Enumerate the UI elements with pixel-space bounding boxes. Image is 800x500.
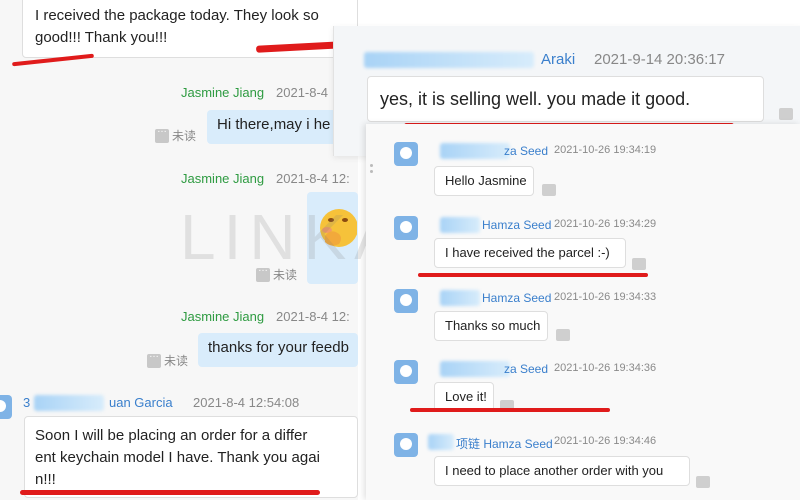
timestamp: 2021-9-14 20:36:17	[594, 51, 725, 68]
timestamp: 2021-10-26 19:34:36	[554, 362, 657, 374]
sender-name: Jasmine Jiang	[181, 309, 265, 324]
more-icon[interactable]	[556, 329, 570, 341]
more-icon[interactable]	[542, 184, 556, 196]
sender-name: 项链 Hamza Seed	[456, 437, 553, 451]
unread-status: 未读	[155, 124, 197, 144]
avatar	[0, 395, 12, 419]
blurred-name	[34, 395, 104, 411]
more-icon[interactable]	[696, 476, 710, 488]
message-text: Thanks so much	[445, 318, 541, 333]
sender-name: Araki	[541, 51, 576, 68]
more-icon[interactable]	[779, 108, 793, 120]
sender-name: za Seed	[504, 362, 549, 376]
message-bubble: Soon I will be placing an order for a di…	[24, 416, 358, 498]
message-bubble: I have received the parcel :-)	[434, 238, 626, 268]
avatar	[394, 360, 418, 384]
message-text: I need to place another order with you	[445, 463, 664, 478]
message-bubble: I need to place another order with you	[434, 456, 690, 486]
unread-label: 未读	[164, 354, 189, 368]
message-text: Soon I will be placing an order for a di…	[35, 427, 308, 444]
blurred-name	[364, 52, 534, 68]
message-text: Love it!	[445, 389, 487, 404]
message-text: Hi there,may i he	[217, 116, 331, 133]
timestamp: 2021-10-26 19:34:33	[554, 291, 657, 303]
timestamp: 2021-10-26 19:34:19	[554, 144, 657, 156]
blurred-name	[428, 434, 454, 450]
unread-status: 未读	[147, 349, 189, 369]
timestamp: 2021-8-4 12:	[276, 171, 350, 186]
blurred-name	[440, 361, 510, 377]
message-bubble: thanks for your feedb	[198, 333, 358, 367]
sender-name: Jasmine Jiang	[181, 85, 265, 100]
sender-name: Hamza Seed	[482, 291, 552, 305]
blurred-name	[440, 290, 480, 306]
message-text: n!!!	[35, 471, 56, 488]
avatar	[394, 289, 418, 313]
chat-panel-bottomright: za Seed 2021-10-26 19:34:19 Hello Jasmin…	[366, 124, 800, 500]
timestamp: 2021-8-4 12:	[276, 309, 350, 324]
highlight-underline	[410, 408, 610, 412]
highlight-underline	[20, 490, 320, 495]
highlight-underline	[418, 273, 648, 277]
message-text: yes, it is selling well. you made it goo…	[380, 89, 691, 109]
message-bubble: yes, it is selling well. you made it goo…	[367, 76, 764, 122]
sender-name-prefix: 3	[23, 395, 31, 410]
more-icon[interactable]	[632, 258, 646, 270]
timestamp: 2021-10-26 19:34:46	[554, 435, 657, 447]
message-text: thanks for your feedb	[208, 339, 349, 356]
unread-icon	[155, 124, 169, 143]
unread-icon	[147, 349, 161, 368]
avatar	[394, 433, 418, 457]
timestamp: 2021-8-4	[276, 85, 329, 100]
sender-name: Jasmine Jiang	[181, 171, 265, 186]
sender-name: za Seed	[504, 144, 549, 158]
timestamp: 2021-8-4 12:54:08	[193, 395, 300, 410]
blurred-name	[440, 217, 480, 233]
message-bubble: Hello Jasmine	[434, 166, 534, 196]
blurred-name	[440, 143, 510, 159]
avatar	[394, 216, 418, 240]
message-text: ent keychain model I have. Thank you aga…	[35, 449, 320, 466]
unread-label: 未读	[172, 129, 197, 143]
message-bubble: Thanks so much	[434, 311, 548, 341]
message-text: I have received the parcel :-)	[445, 245, 610, 260]
avatar	[394, 142, 418, 166]
message-text: I received the package today. They look …	[35, 7, 319, 24]
sender-name: Hamza Seed	[482, 218, 552, 232]
sender-name: uan Garcia	[109, 395, 173, 410]
timestamp: 2021-10-26 19:34:29	[554, 218, 657, 230]
message-text: Hello Jasmine	[445, 173, 527, 188]
